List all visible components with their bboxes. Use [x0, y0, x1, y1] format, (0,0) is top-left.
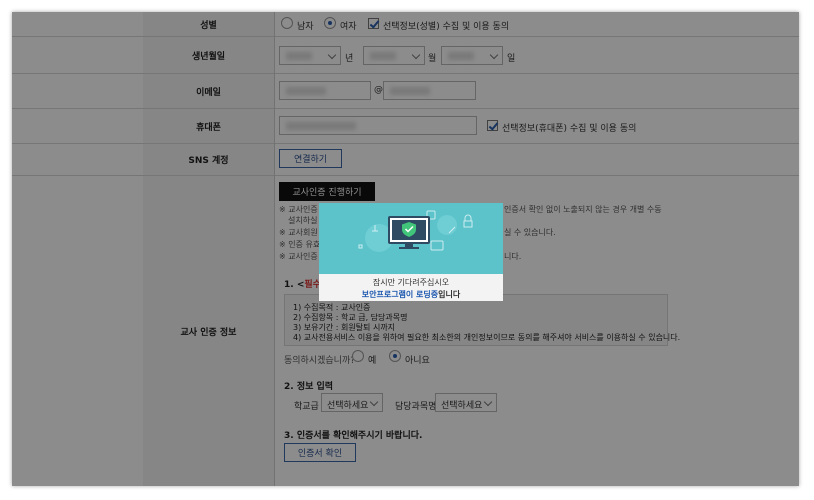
modal-line-2-suffix: 입니다: [438, 290, 461, 299]
signup-form-window: 성별 남자 여자 선택정보(성별) 수집 및 이용 동의 생년월일 년 월 일 …: [12, 12, 799, 486]
modal-line-2-highlight: 보안프로그램이 로딩중: [361, 290, 439, 299]
loading-modal: 잠시만 기다려주십시오 보안프로그램이 로딩중입니다: [319, 203, 503, 301]
modal-illustration: [319, 203, 503, 274]
modal-line-2: 보안프로그램이 로딩중입니다: [319, 289, 503, 300]
modal-message: 잠시만 기다려주십시오 보안프로그램이 로딩중입니다: [319, 274, 503, 301]
monitor-shield-icon: [358, 210, 473, 252]
modal-line-1: 잠시만 기다려주십시오: [372, 278, 450, 287]
